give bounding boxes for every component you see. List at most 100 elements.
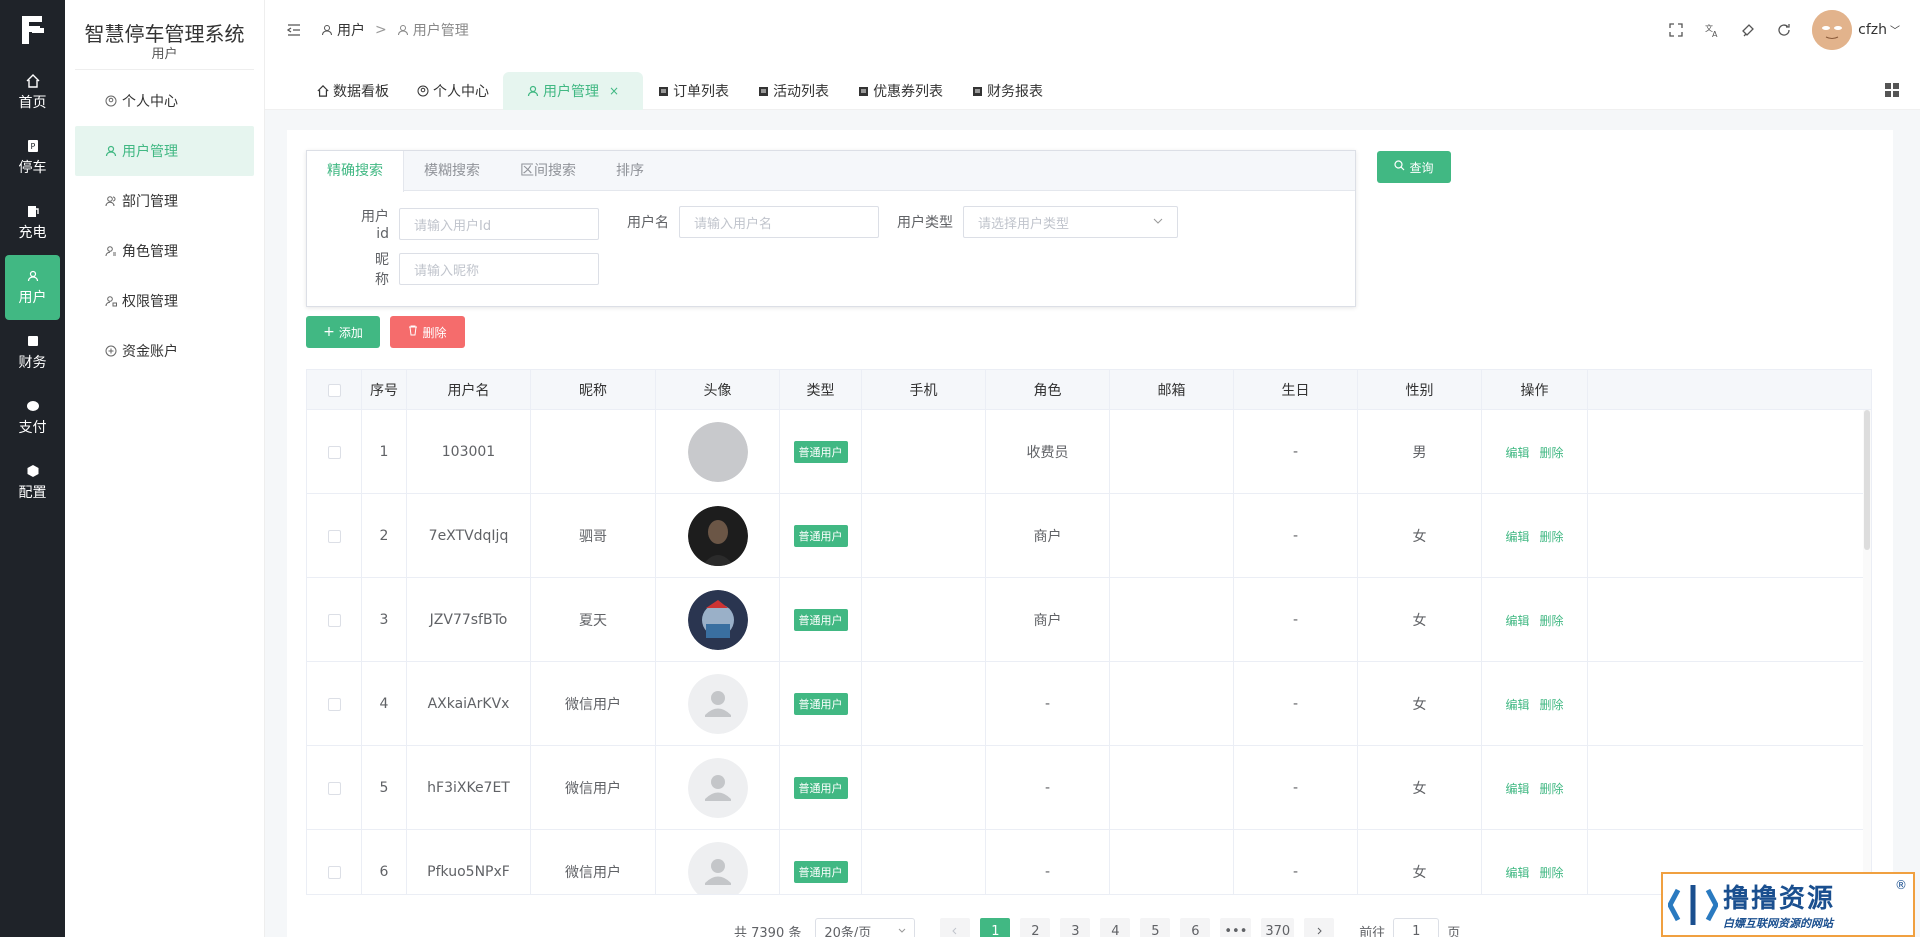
edit-link[interactable]: 编辑 <box>1505 528 1529 545</box>
tab-5[interactable]: 优惠券列表 <box>843 72 957 110</box>
close-icon[interactable]: × <box>609 84 619 98</box>
goto-label: 前往 <box>1359 925 1386 937</box>
table-scrollbar[interactable] <box>1863 410 1871 894</box>
top-header: 用户 > 用户管理 文A cfzh ﹀ <box>265 0 1920 60</box>
row-checkbox[interactable] <box>327 613 341 627</box>
delete-link[interactable]: 删除 <box>1540 696 1564 713</box>
user-type-select[interactable]: 请选择用户类型 <box>963 206 1178 238</box>
rail-item-1[interactable]: P 停车 <box>0 125 65 190</box>
add-button[interactable]: + 添加 <box>306 316 380 348</box>
search-tab-2[interactable]: 区间搜索 <box>500 151 596 191</box>
row-checkbox[interactable] <box>327 781 341 795</box>
tab-6[interactable]: 财务报表 <box>957 72 1057 110</box>
delete-link[interactable]: 删除 <box>1540 864 1564 881</box>
edit-link[interactable]: 编辑 <box>1505 612 1529 629</box>
translate-icon[interactable]: 文A <box>1704 22 1720 38</box>
rail-item-0[interactable]: 首页 <box>0 60 65 125</box>
nickname-input[interactable]: 请输入昵称 <box>399 253 599 285</box>
row-checkbox[interactable] <box>327 529 341 543</box>
tab-3[interactable]: 订单列表 <box>643 72 743 110</box>
delete-link[interactable]: 删除 <box>1540 612 1564 629</box>
prev-page-button[interactable] <box>940 918 971 937</box>
user-menu[interactable]: cfzh ﹀ <box>1858 22 1900 38</box>
fullscreen-icon[interactable] <box>1668 22 1684 38</box>
cell-index: 3 <box>362 578 407 662</box>
sidebar-item-2[interactable]: 部门管理 <box>75 176 254 226</box>
user-id-input[interactable]: 请输入用户Id <box>399 208 599 240</box>
select-all-checkbox[interactable] <box>327 383 341 397</box>
delete-link[interactable]: 删除 <box>1540 444 1564 461</box>
sidebar-item-3[interactable]: 角色管理 <box>75 226 254 276</box>
username-input[interactable]: 请输入用户名 <box>679 206 879 238</box>
sidebar-item-4[interactable]: 权限管理 <box>75 276 254 326</box>
row-checkbox[interactable] <box>327 697 341 711</box>
query-button[interactable]: 查询 <box>1377 151 1451 183</box>
watermark-logo-icon <box>1663 875 1723 935</box>
cell-email <box>1110 746 1234 830</box>
next-page-button[interactable] <box>1304 918 1335 937</box>
sidebar-item-1[interactable]: 用户管理 <box>75 126 254 176</box>
page-button[interactable]: 1 <box>980 918 1011 937</box>
page-button[interactable]: 2 <box>1020 918 1051 937</box>
table-row[interactable]: 5 hF3iXKe7ET 微信用户 普通用户 - - 女编辑 删除 <box>307 746 1871 830</box>
breadcrumb-item-user[interactable]: 用户 <box>337 20 365 40</box>
actions-cell: 编辑 删除 <box>1482 746 1588 830</box>
table-row[interactable]: 1 103001 普通用户 收费员 - 男编辑 删除 <box>307 410 1871 494</box>
edit-link[interactable]: 编辑 <box>1505 780 1529 797</box>
page-button[interactable]: 4 <box>1100 918 1131 937</box>
tab-2[interactable]: 用户管理 × <box>503 72 644 110</box>
delete-button[interactable]: 删除 <box>390 316 465 348</box>
page-size-select[interactable]: 20条/页 <box>815 918 916 937</box>
rail-item-6[interactable]: 配置 <box>0 450 65 515</box>
user-id-label: 用户id <box>361 209 389 242</box>
rail-item-3[interactable]: 用户 <box>5 255 60 320</box>
user-avatar-image <box>687 758 748 818</box>
delete-link[interactable]: 删除 <box>1540 528 1564 545</box>
sidebar-item-label: 权限管理 <box>122 294 178 310</box>
page-button[interactable]: 5 <box>1140 918 1171 937</box>
page-button[interactable]: 370 <box>1261 918 1295 937</box>
table-row[interactable]: 4 AXkaiArKVx 微信用户 普通用户 - - 女编辑 删除 <box>307 662 1871 746</box>
theme-icon[interactable] <box>1740 22 1756 38</box>
more-pages-button[interactable]: ••• <box>1220 918 1252 937</box>
grid-menu-icon[interactable] <box>1884 82 1900 98</box>
tab-4[interactable]: 活动列表 <box>743 72 843 110</box>
actions-cell: 编辑 删除 <box>1482 494 1588 578</box>
table-row[interactable]: 2 7eXTVdqIjq 驷哥 普通用户 商户 - 女编辑 删除 <box>307 494 1871 578</box>
finance-icon <box>26 334 40 348</box>
rail-item-4[interactable]: 财务 <box>0 320 65 385</box>
app-logo[interactable] <box>0 0 65 60</box>
search-panel: 精确搜索 模糊搜索 区间搜索 排序 用户id 请输入用户Id 用户名 请输入用户名 用… <box>306 150 1356 307</box>
page-button[interactable]: 6 <box>1180 918 1211 937</box>
sidebar-item-5[interactable]: 资金账户 <box>75 326 254 376</box>
search-tab-3[interactable]: 排序 <box>596 151 664 191</box>
row-checkbox[interactable] <box>327 445 341 459</box>
home-icon <box>26 73 40 88</box>
nickname-label: 昵称 <box>375 252 389 288</box>
scrollbar-thumb[interactable] <box>1864 410 1870 550</box>
tab-1[interactable]: 个人中心 <box>403 72 503 110</box>
search-tab-0[interactable]: 精确搜索 <box>307 151 404 192</box>
table-row[interactable]: 6 Pfkuo5NPxF 微信用户 普通用户 - - 女编辑 删除 <box>307 830 1871 894</box>
edit-link[interactable]: 编辑 <box>1505 696 1529 713</box>
edit-link[interactable]: 编辑 <box>1505 864 1529 881</box>
rail-item-5[interactable]: 支付 <box>0 385 65 450</box>
delete-link[interactable]: 删除 <box>1540 780 1564 797</box>
row-checkbox[interactable] <box>327 865 341 879</box>
tab-label: 用户管理 <box>543 84 599 100</box>
page-button[interactable]: 3 <box>1060 918 1091 937</box>
collapse-menu-icon[interactable] <box>287 23 301 37</box>
cell-username: AXkaiArKVx <box>407 662 531 746</box>
avatar-cell <box>656 410 780 494</box>
tab-label: 活动列表 <box>773 84 830 100</box>
table-row[interactable]: 3 JZV77sfBTo 夏天 普通用户 商户 - 女编辑 删除 <box>307 578 1871 662</box>
sidebar-item-0[interactable]: 个人中心 <box>75 76 254 126</box>
goto-page-input[interactable]: 1 <box>1393 918 1440 937</box>
tab-0[interactable]: 数据看板 <box>303 72 403 110</box>
edit-link[interactable]: 编辑 <box>1505 444 1529 461</box>
refresh-icon[interactable] <box>1776 22 1792 38</box>
rail-item-2[interactable]: 充电 <box>0 190 65 255</box>
user-type-badge: 普通用户 <box>793 777 848 799</box>
search-tab-1[interactable]: 模糊搜索 <box>404 151 500 191</box>
user-avatar[interactable] <box>1812 10 1853 50</box>
